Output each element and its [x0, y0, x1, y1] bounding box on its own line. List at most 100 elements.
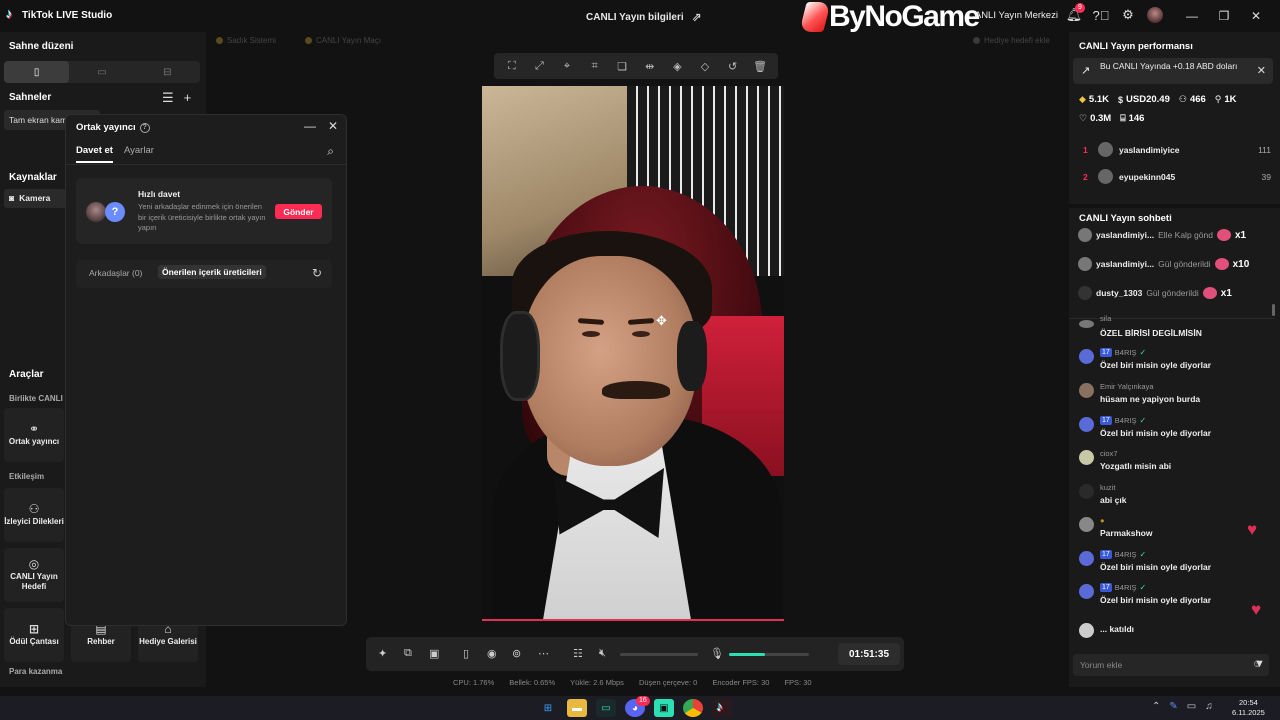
tab-invite[interactable]: Davet et: [76, 145, 113, 163]
list-icon[interactable]: ☰: [162, 90, 174, 106]
coin-icon: [216, 37, 223, 44]
layer-up-icon[interactable]: ◈: [667, 60, 687, 73]
more-icon[interactable]: ⋯: [538, 647, 549, 660]
metric-value: 0.3M: [1090, 113, 1112, 124]
close-icon[interactable]: ✕: [1240, 5, 1272, 27]
goal-icon: [973, 37, 980, 44]
send-button[interactable]: Gönder: [275, 204, 322, 219]
tab-settings[interactable]: Ayarlar: [124, 145, 154, 163]
terminal-icon[interactable]: ▭: [596, 699, 616, 717]
record-icon[interactable]: ◉: [487, 647, 497, 660]
flip-icon[interactable]: ⇹: [640, 60, 660, 73]
screen-icon[interactable]: ▣: [429, 647, 439, 660]
source-camera[interactable]: ◙ Kamera: [4, 189, 66, 208]
tool-live-goal[interactable]: ◎ CANLI Yayın Hedefi: [4, 548, 64, 602]
windows-start-icon[interactable]: ⊞: [538, 699, 558, 717]
minimize-icon[interactable]: —: [1176, 5, 1208, 27]
effects-icon[interactable]: ✦: [378, 647, 387, 660]
phone-icon[interactable]: ▯: [463, 647, 469, 660]
center-icon[interactable]: ⌖: [557, 60, 577, 73]
chat-text: Parmakshow: [1100, 528, 1153, 538]
clock-date: 6.11.2025: [1232, 708, 1265, 717]
expand-icon[interactable]: ⤢: [529, 60, 549, 73]
folder-icon[interactable]: ▬: [567, 699, 587, 717]
crop-icon[interactable]: ⌗: [585, 60, 605, 73]
minimize-icon[interactable]: —: [304, 119, 316, 133]
scene-tools: ☰ +: [162, 90, 191, 106]
live-info-link[interactable]: CANLI Yayın bilgileri ⇗: [586, 10, 702, 24]
avatar: [1098, 169, 1113, 184]
mic-slider[interactable]: [729, 653, 809, 656]
camera-settings-icon[interactable]: ⊚: [512, 647, 521, 660]
video-mustache: [602, 381, 670, 399]
chat-user: sila: [1100, 314, 1112, 323]
maximize-icon[interactable]: ❐: [1208, 5, 1240, 27]
tool-cohost-label: Ortak yayıncı: [8, 436, 60, 446]
avatar: [1078, 228, 1092, 242]
search-icon[interactable]: ⌕: [327, 144, 334, 159]
invite-avatars: ?: [86, 202, 128, 222]
tiktok-icon[interactable]: [712, 699, 732, 717]
volume-icon[interactable]: ♫: [1205, 701, 1213, 712]
close-icon[interactable]: ✕: [328, 119, 338, 133]
chat-user: B4RIŞ: [1114, 416, 1137, 425]
live-center-link[interactable]: CANLI Yayın Merkezi: [968, 10, 1058, 21]
discord-icon[interactable]: ◕ 16: [625, 696, 650, 717]
rotate-icon[interactable]: ↺: [723, 60, 743, 73]
speaker-muted-icon[interactable]: 🔇︎: [599, 647, 606, 660]
chat-text: Özel biri misin oyle diyorlar: [1100, 562, 1212, 572]
live-timer: 01:51:35: [838, 643, 900, 665]
chat-app-icon[interactable]: ▣: [654, 699, 674, 717]
copy-icon[interactable]: ❏: [612, 60, 632, 73]
metric-viewers: ⚇ 466: [1179, 94, 1206, 105]
camera-preview[interactable]: [482, 86, 784, 621]
add-source-icon[interactable]: ⧉: [404, 647, 412, 660]
gift-user: yaslandimiyi...: [1096, 230, 1155, 240]
tab-suggested-creators[interactable]: Önerilen içerik üreticileri: [158, 265, 266, 279]
avatar: [1078, 286, 1092, 300]
share-icon[interactable]: ⇗: [692, 10, 702, 24]
tab-friends[interactable]: Arkadaşlar (0): [89, 268, 142, 278]
gift-user: dusty_1303: [1096, 288, 1143, 298]
speaker-slider[interactable]: [620, 653, 698, 656]
dollar-icon: $: [1118, 94, 1124, 105]
tool-gift-gallery-label: Hediye Galerisi: [139, 636, 197, 646]
tool-viewer-requests[interactable]: ⚇ İzleyici Dilekleri: [4, 488, 64, 542]
chevron-up-icon[interactable]: ⌃: [1152, 701, 1160, 712]
metric-value: 146: [1128, 113, 1145, 124]
ranking-row[interactable]: 2 eyupekinn045 39: [1081, 169, 1271, 185]
gear-icon[interactable]: ⚙: [1120, 7, 1136, 23]
avatar[interactable]: [1147, 7, 1163, 23]
clock[interactable]: 20:54 6.11.2025: [1232, 698, 1265, 718]
comment-input[interactable]: Yorum ekle ☺: [1073, 654, 1269, 676]
tool-reward-bag[interactable]: ⊞ Ödül Çantası: [4, 608, 64, 662]
ranking-row[interactable]: 1 yaslandimiyice 111: [1081, 142, 1271, 158]
portrait-layout-button[interactable]: ▯: [4, 61, 70, 83]
chat-user: B4RIŞ: [1114, 583, 1137, 592]
quick-invite-desc: Yeni arkadaşlar edinmek için önerilen bi…: [138, 202, 266, 232]
microphone-icon[interactable]: 🎙︎: [710, 647, 724, 660]
chat-text: Yozgatlı misin abi: [1100, 461, 1172, 471]
help-icon[interactable]: ?: [139, 122, 150, 133]
app-tray-icon[interactable]: ✎: [1169, 701, 1177, 712]
bell-icon[interactable]: 🔔︎ 9: [1066, 3, 1085, 23]
help-icon[interactable]: ?⃝: [1093, 7, 1110, 23]
layers-icon[interactable]: ◇: [695, 60, 715, 73]
landscape-layout-button[interactable]: ▭: [69, 61, 134, 83]
filter-icon[interactable]: ▼: [1254, 658, 1265, 670]
avatar: [1079, 484, 1094, 499]
trash-icon[interactable]: 🗑︎: [750, 60, 770, 73]
fit-icon[interactable]: ⛶: [502, 60, 522, 73]
chat-meta: 17 B4RIŞ ✓: [1100, 550, 1146, 559]
bag-icon: ⊞: [28, 621, 40, 636]
add-icon[interactable]: +: [184, 90, 192, 106]
close-icon[interactable]: ✕: [1257, 64, 1266, 77]
tool-cohost[interactable]: ⚭ Ortak yayıncı: [4, 408, 64, 462]
network-icon[interactable]: ▭: [1187, 701, 1196, 712]
refresh-icon[interactable]: ↻: [312, 266, 322, 280]
chrome-icon[interactable]: [683, 699, 703, 717]
chat-scrollbar[interactable]: [1272, 304, 1275, 316]
lock-layout-button[interactable]: ⊟: [135, 61, 200, 83]
avatar: [1079, 517, 1094, 532]
mixer-icon[interactable]: ☷: [573, 647, 583, 660]
